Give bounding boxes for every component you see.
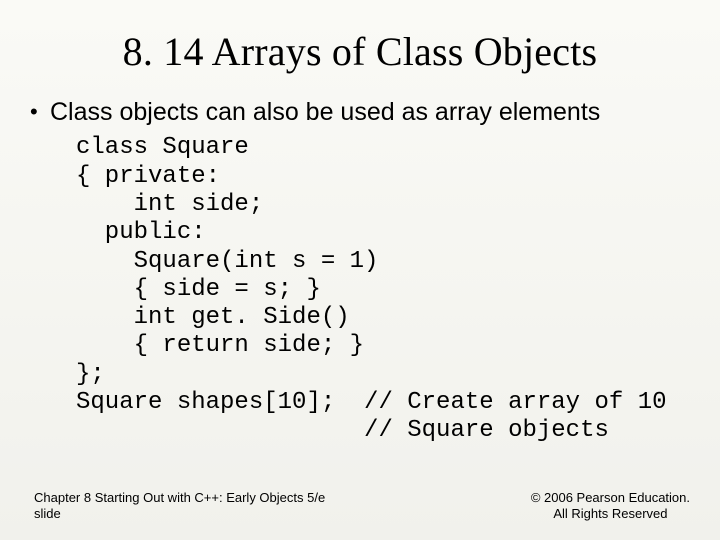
slide: 8. 14 Arrays of Class Objects Class obje…	[0, 0, 720, 540]
slide-title: 8. 14 Arrays of Class Objects	[0, 0, 720, 97]
bullet-list: Class objects can also be used as array …	[32, 97, 700, 128]
footer-chapter: Chapter 8 Starting Out with C++: Early O…	[34, 490, 325, 506]
code-block: class Square { private: int side; public…	[32, 134, 700, 445]
footer-copyright: © 2006 Pearson Education.	[531, 490, 690, 506]
footer-right: © 2006 Pearson Education. All Rights Res…	[531, 490, 690, 523]
slide-body: Class objects can also be used as array …	[0, 97, 720, 446]
footer-slide-label: slide	[34, 506, 325, 522]
footer-left: Chapter 8 Starting Out with C++: Early O…	[34, 490, 325, 523]
footer-rights: All Rights Reserved	[531, 506, 690, 522]
bullet-item: Class objects can also be used as array …	[50, 97, 700, 128]
